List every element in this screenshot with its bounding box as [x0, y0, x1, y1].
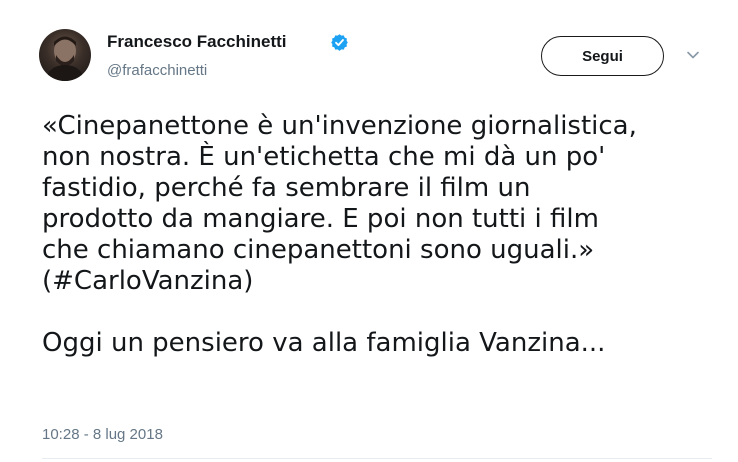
tweet-timestamp[interactable]: 10:28 - 8 lug 2018	[42, 426, 163, 444]
tweet-text-line: «Cinepanettone è un'invenzione giornalis…	[42, 111, 637, 141]
tweet-text: «Cinepanettone è un'invenzione giornalis…	[42, 111, 712, 359]
tweet-closing-line: Oggi un pensiero va alla famiglia Vanzin…	[42, 328, 606, 358]
verified-badge-icon	[331, 34, 348, 51]
author-handle[interactable]: @frafacchinetti	[107, 62, 207, 80]
avatar-portrait	[45, 36, 85, 81]
tweet-text-line: prodotto da mangiare. E poi non tutti i …	[42, 204, 599, 234]
author-display-name[interactable]: Francesco Facchinetti	[107, 32, 287, 52]
divider	[42, 458, 712, 459]
tweet-text-line: che chiamano cinepanettoni sono uguali.»	[42, 235, 595, 265]
tweet-text-line: (#CarloVanzina)	[42, 266, 254, 296]
chevron-down-icon[interactable]	[686, 50, 700, 60]
tweet-text-line: fastidio, perché fa sembrare il film un	[42, 173, 531, 203]
follow-button[interactable]: Segui	[541, 36, 664, 76]
avatar[interactable]	[39, 29, 91, 81]
tweet-text-line: non nostra. È un'etichetta che mi dà un …	[42, 142, 606, 172]
